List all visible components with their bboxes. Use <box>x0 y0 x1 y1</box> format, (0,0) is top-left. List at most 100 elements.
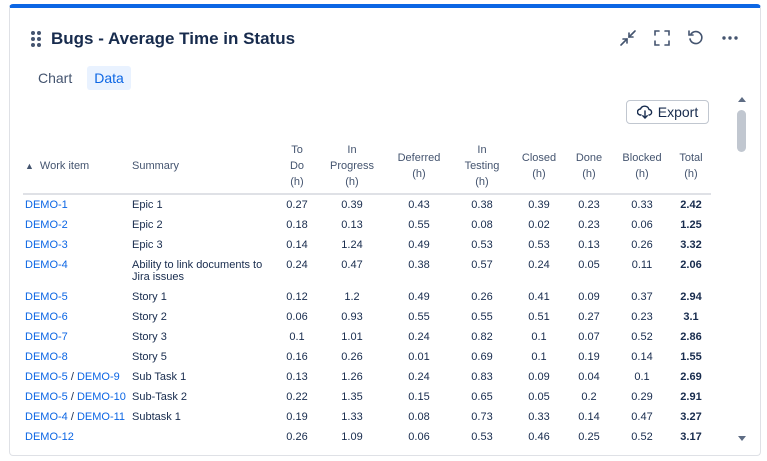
blocked-cell: 0.52 <box>631 331 653 343</box>
deferred-cell: 0.49 <box>408 239 430 251</box>
tab-data[interactable]: Data <box>87 66 131 90</box>
in-progress-cell: 0.47 <box>341 259 363 271</box>
key-separator: / <box>67 411 77 423</box>
summary-cell: Subtask 1 <box>132 411 181 423</box>
issue-key-link[interactable]: DEMO-10 <box>77 391 126 403</box>
in-testing-cell: 0.26 <box>471 291 493 303</box>
col-header-done-l1: Done <box>575 151 603 164</box>
closed-cell: 0.39 <box>528 199 550 211</box>
closed-cell: 0.1 <box>531 331 547 343</box>
issue-key-link[interactable]: DEMO-5 <box>25 371 68 383</box>
total-cell: 2.06 <box>680 259 702 271</box>
col-header-work-item[interactable]: ▲ Work item <box>23 138 130 195</box>
more-options-icon[interactable] <box>720 28 740 48</box>
deferred-cell: 0.24 <box>408 371 430 383</box>
work-item-cell: DEMO-6 <box>23 307 130 327</box>
col-header-closed[interactable]: Closed (h) <box>513 138 565 195</box>
in-progress-cell: 0.39 <box>341 199 363 211</box>
deferred-cell: 0.08 <box>408 411 430 423</box>
col-header-total[interactable]: Total (h) <box>671 138 711 195</box>
in-testing-cell: 0.53 <box>471 431 493 443</box>
done-cell: 0.2 <box>581 391 597 403</box>
in-testing-cell: 0.73 <box>471 411 493 423</box>
to-do-cell: 0.27 <box>286 199 308 211</box>
table-row: DEMO-1 Epic 1 0.27 0.39 0.43 0.38 0.39 0.23 0.33… <box>23 194 711 215</box>
gadget-card: Bugs - Average Time in Status Chart Data… <box>9 4 761 456</box>
col-header-deferred[interactable]: Deferred (h) <box>387 138 451 195</box>
issue-key-link[interactable]: DEMO-12 <box>25 431 74 443</box>
summary-cell: Epic 3 <box>132 239 163 251</box>
in-testing-cell: 0.83 <box>471 371 493 383</box>
in-testing-cell: 0.55 <box>471 311 493 323</box>
issue-key-link[interactable]: DEMO-4 <box>25 259 68 271</box>
issue-key-link[interactable]: DEMO-6 <box>25 311 68 323</box>
to-do-cell: 0.19 <box>286 411 308 423</box>
total-cell: 3.17 <box>680 431 702 443</box>
table-body: DEMO-1 Epic 1 0.27 0.39 0.43 0.38 0.39 0.23 0.33… <box>23 194 711 447</box>
time-in-status-table: ▲ Work item Summary To Do (h) In Progress (h)… <box>23 138 711 447</box>
export-button[interactable]: Export <box>626 100 709 124</box>
deferred-cell: 0.49 <box>408 291 430 303</box>
col-header-done-unit: (h) <box>582 167 596 180</box>
summary-cell: Epic 1 <box>132 199 163 211</box>
blocked-cell: 0.11 <box>631 259 653 271</box>
header-actions <box>618 28 740 48</box>
col-header-in-progress-unit: (h) <box>345 175 359 188</box>
work-item-cell: DEMO-5 <box>23 287 130 307</box>
to-do-cell: 0.06 <box>286 311 308 323</box>
col-header-summary[interactable]: Summary <box>130 138 277 195</box>
issue-key-link[interactable]: DEMO-5 <box>25 291 68 303</box>
in-progress-cell: 1.26 <box>341 371 363 383</box>
deferred-cell: 0.24 <box>408 331 430 343</box>
done-cell: 0.09 <box>578 291 600 303</box>
work-item-cell: DEMO-5 / DEMO-10 <box>23 387 130 407</box>
in-testing-cell: 0.38 <box>471 199 493 211</box>
done-cell: 0.04 <box>578 371 600 383</box>
minimize-icon[interactable] <box>618 28 638 48</box>
issue-key-link[interactable]: DEMO-1 <box>25 199 68 211</box>
total-cell: 2.69 <box>680 371 702 383</box>
in-testing-cell: 0.08 <box>471 219 493 231</box>
in-testing-cell: 0.82 <box>471 331 493 343</box>
to-do-cell: 0.14 <box>286 239 308 251</box>
total-cell: 2.94 <box>680 291 702 303</box>
col-header-done[interactable]: Done (h) <box>565 138 613 195</box>
issue-key-link[interactable]: DEMO-3 <box>25 239 68 251</box>
scroll-up-icon[interactable] <box>738 97 746 102</box>
blocked-cell: 0.26 <box>631 239 653 251</box>
col-header-in-testing[interactable]: In Testing (h) <box>451 138 513 195</box>
col-header-to-do-l2: Do <box>289 159 305 172</box>
scroll-thumb[interactable] <box>737 110 746 152</box>
issue-key-link[interactable]: DEMO-8 <box>25 351 68 363</box>
col-header-in-progress[interactable]: In Progress (h) <box>317 138 387 195</box>
gadget-title: Bugs - Average Time in Status <box>51 29 296 48</box>
col-header-in-testing-unit: (h) <box>475 175 489 188</box>
summary-cell: Sub Task 1 <box>132 371 187 383</box>
drag-handle-icon[interactable] <box>30 30 42 48</box>
table-row: DEMO-4 Ability to link documents to Jira … <box>23 255 711 287</box>
in-progress-cell: 0.93 <box>341 311 363 323</box>
deferred-cell: 0.55 <box>408 219 430 231</box>
scroll-down-icon[interactable] <box>738 436 746 441</box>
export-label: Export <box>657 104 699 120</box>
fullscreen-icon[interactable] <box>652 28 672 48</box>
done-cell: 0.07 <box>578 331 600 343</box>
issue-key-link[interactable]: DEMO-7 <box>25 331 68 343</box>
issue-key-link[interactable]: DEMO-4 <box>25 411 68 423</box>
col-header-to-do[interactable]: To Do (h) <box>277 138 317 195</box>
issue-key-link[interactable]: DEMO-9 <box>77 371 120 383</box>
closed-cell: 0.09 <box>528 371 550 383</box>
issue-key-link[interactable]: DEMO-11 <box>77 411 125 423</box>
col-header-in-testing-l1: In <box>477 143 487 156</box>
done-cell: 0.25 <box>578 431 600 443</box>
refresh-icon[interactable] <box>686 28 706 48</box>
to-do-cell: 0.26 <box>286 431 308 443</box>
total-cell: 2.86 <box>680 331 702 343</box>
col-header-blocked[interactable]: Blocked (h) <box>613 138 671 195</box>
vertical-scrollbar[interactable] <box>735 94 749 444</box>
closed-cell: 0.41 <box>528 291 550 303</box>
issue-key-link[interactable]: DEMO-5 <box>25 391 68 403</box>
tab-chart[interactable]: Chart <box>31 66 79 90</box>
view-tabs: Chart Data <box>31 66 131 90</box>
issue-key-link[interactable]: DEMO-2 <box>25 219 68 231</box>
